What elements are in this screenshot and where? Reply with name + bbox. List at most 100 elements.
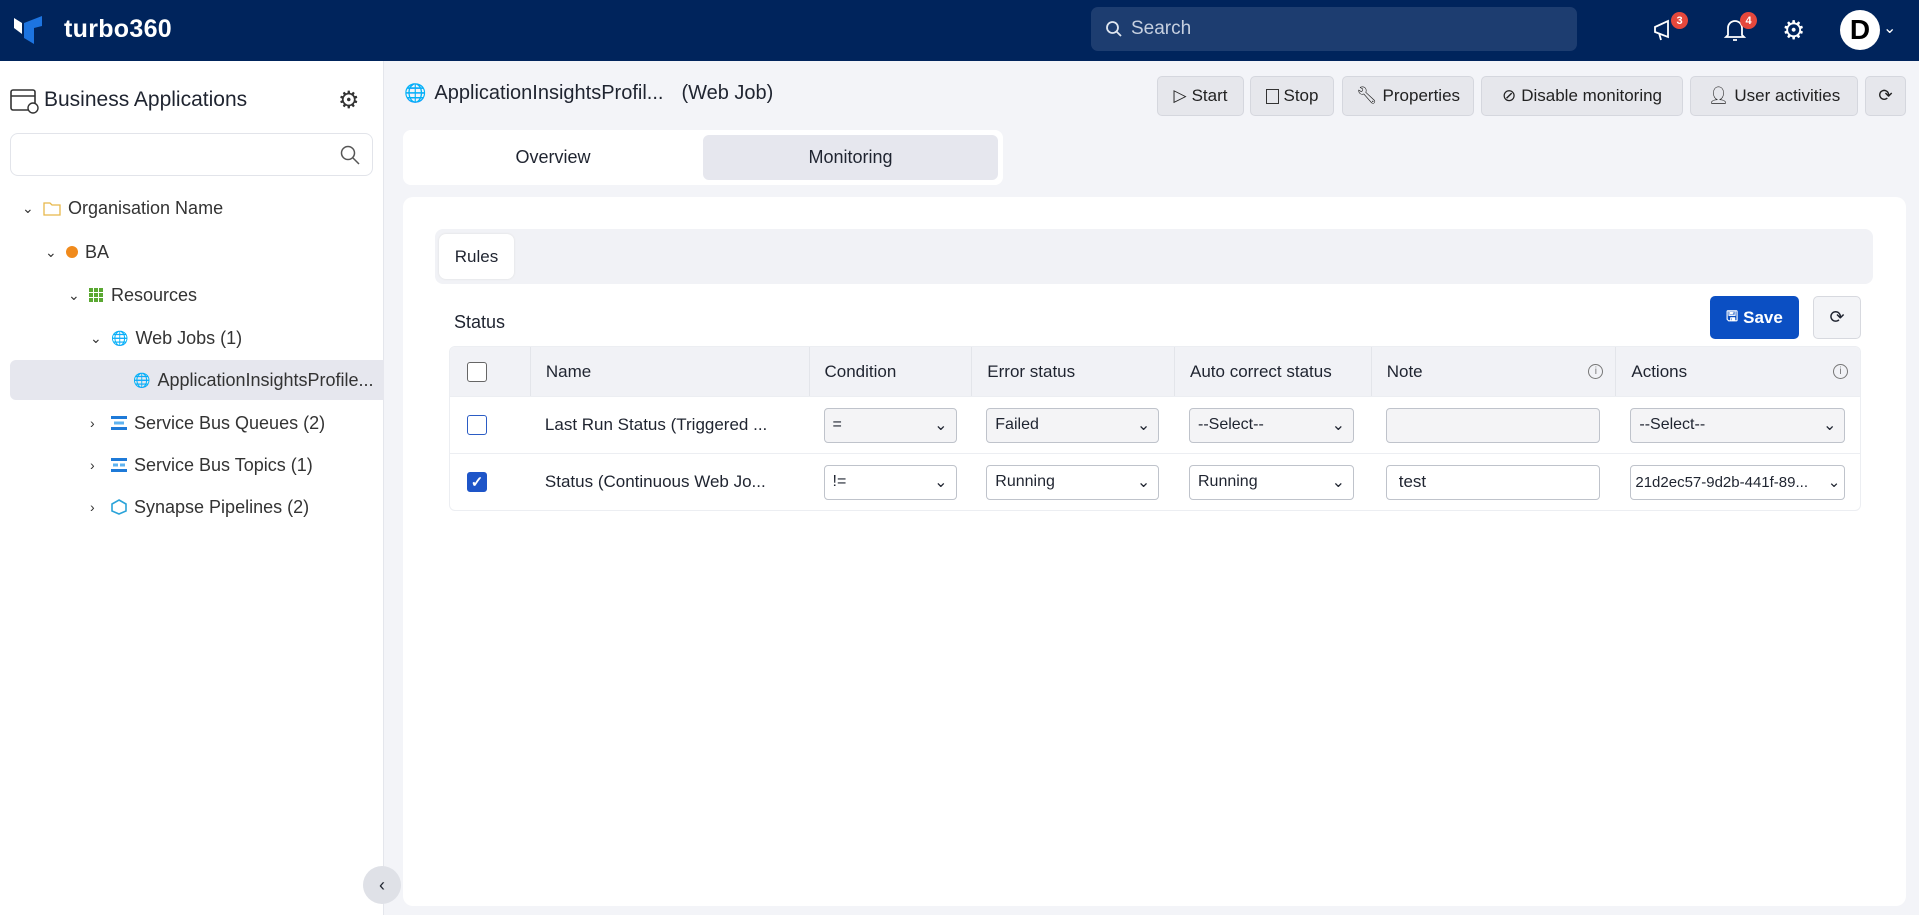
tree-item-label: Organisation Name bbox=[68, 197, 224, 218]
webjob-icon: 🌐 bbox=[133, 371, 151, 388]
user-avatar[interactable]: D bbox=[1840, 10, 1880, 50]
chevron-down-icon[interactable]: ⌄ bbox=[1883, 18, 1896, 38]
header-note: Note i bbox=[1370, 347, 1616, 396]
error-status-value: Running bbox=[995, 473, 1055, 490]
note-input[interactable] bbox=[1385, 407, 1600, 443]
rule-name: Status (Continuous Web Jo... bbox=[544, 472, 766, 491]
refresh-button[interactable]: ⟳ bbox=[1865, 76, 1906, 116]
header-note-label: Note bbox=[1386, 361, 1423, 381]
global-search[interactable]: Search bbox=[1091, 7, 1577, 51]
turbo360-logo[interactable] bbox=[12, 14, 44, 46]
tree-item-label: Service Bus Topics (1) bbox=[134, 454, 313, 475]
refresh-icon: ⟳ bbox=[1878, 86, 1893, 105]
chevron-down-icon[interactable]: ⌄ bbox=[45, 244, 59, 261]
subtab-bar bbox=[435, 229, 1873, 284]
disable-monitoring-button[interactable]: ⊘ Disable monitoring bbox=[1481, 76, 1683, 116]
tree-item-label: Web Jobs (1) bbox=[135, 327, 243, 348]
wrench-icon: 🔧︎ bbox=[1355, 86, 1378, 105]
auto-correct-value: --Select-- bbox=[1198, 416, 1264, 433]
table-row: ✓ Status (Continuous Web Jo... != ⌄ Runni… bbox=[450, 453, 1860, 510]
error-status-cell: Running ⌄ bbox=[971, 454, 1174, 510]
condition-select[interactable]: = ⌄ bbox=[823, 407, 957, 443]
user-activities-label: User activities bbox=[1734, 86, 1841, 105]
tree-item-organisation[interactable]: ⌄ Organisation Name bbox=[22, 193, 223, 223]
properties-button[interactable]: 🔧︎ Properties bbox=[1342, 76, 1474, 116]
actions-value: 21d2ec57-9d2b-441f-89... bbox=[1635, 473, 1808, 491]
condition-cell: = ⌄ bbox=[809, 397, 972, 453]
table-header: Name Condition Error status Auto correct… bbox=[450, 347, 1860, 396]
notifications-button[interactable]: 4 bbox=[1721, 12, 1757, 46]
header-select-all bbox=[450, 347, 530, 396]
info-icon[interactable]: i bbox=[1833, 364, 1848, 379]
search-placeholder: Search bbox=[1131, 18, 1192, 39]
error-status-cell: Failed ⌄ bbox=[971, 397, 1174, 453]
chevron-down-icon: ⌄ bbox=[1136, 417, 1151, 434]
alarm-off-icon: ⊘ bbox=[1501, 86, 1517, 105]
note-cell bbox=[1371, 397, 1616, 453]
chevron-down-icon[interactable]: ⌄ bbox=[90, 330, 104, 347]
tree-item-label: BA bbox=[85, 241, 110, 262]
synapse-icon bbox=[111, 499, 127, 515]
row-checkbox[interactable] bbox=[467, 415, 487, 435]
header-condition: Condition bbox=[808, 347, 972, 396]
sidebar-settings-gear-icon[interactable]: ⚙ bbox=[338, 86, 360, 115]
auto-correct-cell: --Select-- ⌄ bbox=[1174, 397, 1371, 453]
webjob-icon: 🌐 bbox=[111, 329, 129, 346]
select-all-checkbox[interactable] bbox=[467, 361, 487, 382]
save-button[interactable]: 🖫 Save bbox=[1710, 296, 1799, 339]
tree-item-label: Synapse Pipelines (2) bbox=[134, 496, 310, 517]
tree-item-service-bus-queues[interactable]: › Service Bus Queues (2) bbox=[90, 408, 325, 438]
actions-select[interactable]: 21d2ec57-9d2b-441f-89... ⌄ bbox=[1630, 464, 1846, 500]
folder-icon bbox=[43, 201, 61, 216]
header-auto-correct-status: Auto correct status bbox=[1174, 347, 1371, 396]
chevron-left-icon: ‹ bbox=[379, 874, 385, 895]
sidebar-title: Business Applications bbox=[44, 88, 248, 111]
error-status-select[interactable]: Failed ⌄ bbox=[986, 407, 1160, 443]
sidebar-search-input[interactable] bbox=[10, 133, 373, 176]
chevron-right-icon[interactable]: › bbox=[90, 415, 104, 431]
business-applications-icon bbox=[10, 89, 39, 114]
condition-select[interactable]: != ⌄ bbox=[823, 464, 957, 500]
settings-gear-icon[interactable]: ⚙ bbox=[1782, 16, 1812, 46]
tree-item-web-jobs[interactable]: ⌄ 🌐 Web Jobs (1) bbox=[90, 323, 242, 353]
actions-select[interactable]: --Select-- ⌄ bbox=[1630, 407, 1846, 443]
error-status-select[interactable]: Running ⌄ bbox=[986, 464, 1160, 500]
tab-monitoring[interactable]: Monitoring bbox=[703, 135, 998, 180]
condition-value: != bbox=[832, 473, 847, 490]
chevron-right-icon[interactable]: › bbox=[90, 499, 104, 515]
header-actions: Actions i bbox=[1615, 347, 1860, 396]
tab-overview[interactable]: Overview bbox=[408, 135, 698, 180]
header-error-status: Error status bbox=[971, 347, 1174, 396]
table-row: Last Run Status (Triggered ... = ⌄ Failed… bbox=[450, 396, 1860, 453]
page-title: 🌐 ApplicationInsightsProfil... (Web Job) bbox=[404, 82, 773, 105]
row-checkbox[interactable]: ✓ bbox=[467, 472, 487, 492]
user-activities-button[interactable]: 👤︎ User activities bbox=[1690, 76, 1858, 116]
info-icon[interactable]: i bbox=[1588, 364, 1604, 379]
tree-item-applicationinsightsprofiler[interactable]: 🌐 ApplicationInsightsProfile... bbox=[133, 365, 374, 395]
tree-item-label: Service Bus Queues (2) bbox=[134, 412, 326, 433]
tree-item-service-bus-topics[interactable]: › Service Bus Topics (1) bbox=[90, 450, 313, 480]
tree-item-ba[interactable]: ⌄ BA bbox=[45, 237, 109, 267]
refresh-rules-button[interactable]: ⟳ bbox=[1813, 296, 1861, 339]
top-bar: turbo360 Search 3 4 ⚙ D ⌄ bbox=[0, 0, 1919, 61]
webjob-icon: 🌐 bbox=[404, 83, 427, 103]
note-input[interactable]: test bbox=[1385, 464, 1600, 500]
chevron-down-icon: ⌄ bbox=[934, 474, 948, 491]
resource-type: (Web Job) bbox=[681, 82, 774, 104]
chevron-down-icon[interactable]: ⌄ bbox=[68, 287, 82, 304]
collapse-sidebar-button[interactable]: ‹ bbox=[363, 866, 401, 904]
tree-item-synapse-pipelines[interactable]: › Synapse Pipelines (2) bbox=[90, 492, 309, 522]
tree-item-resources[interactable]: ⌄ Resources bbox=[68, 280, 197, 310]
start-button[interactable]: ▷ Start bbox=[1157, 76, 1244, 116]
auto-correct-select[interactable]: Running ⌄ bbox=[1189, 464, 1354, 500]
announcements-button[interactable]: 3 bbox=[1652, 12, 1688, 46]
auto-correct-select[interactable]: --Select-- ⌄ bbox=[1189, 407, 1354, 443]
subtab-rules[interactable]: Rules bbox=[439, 234, 514, 279]
note-cell: test bbox=[1371, 454, 1616, 510]
chevron-right-icon[interactable]: › bbox=[90, 457, 104, 473]
stop-button[interactable]: Stop bbox=[1250, 76, 1334, 116]
chevron-down-icon[interactable]: ⌄ bbox=[22, 200, 36, 217]
user-clock-icon: 👤︎ bbox=[1707, 86, 1730, 105]
actions-value: --Select-- bbox=[1639, 416, 1706, 433]
topic-icon bbox=[111, 458, 127, 472]
